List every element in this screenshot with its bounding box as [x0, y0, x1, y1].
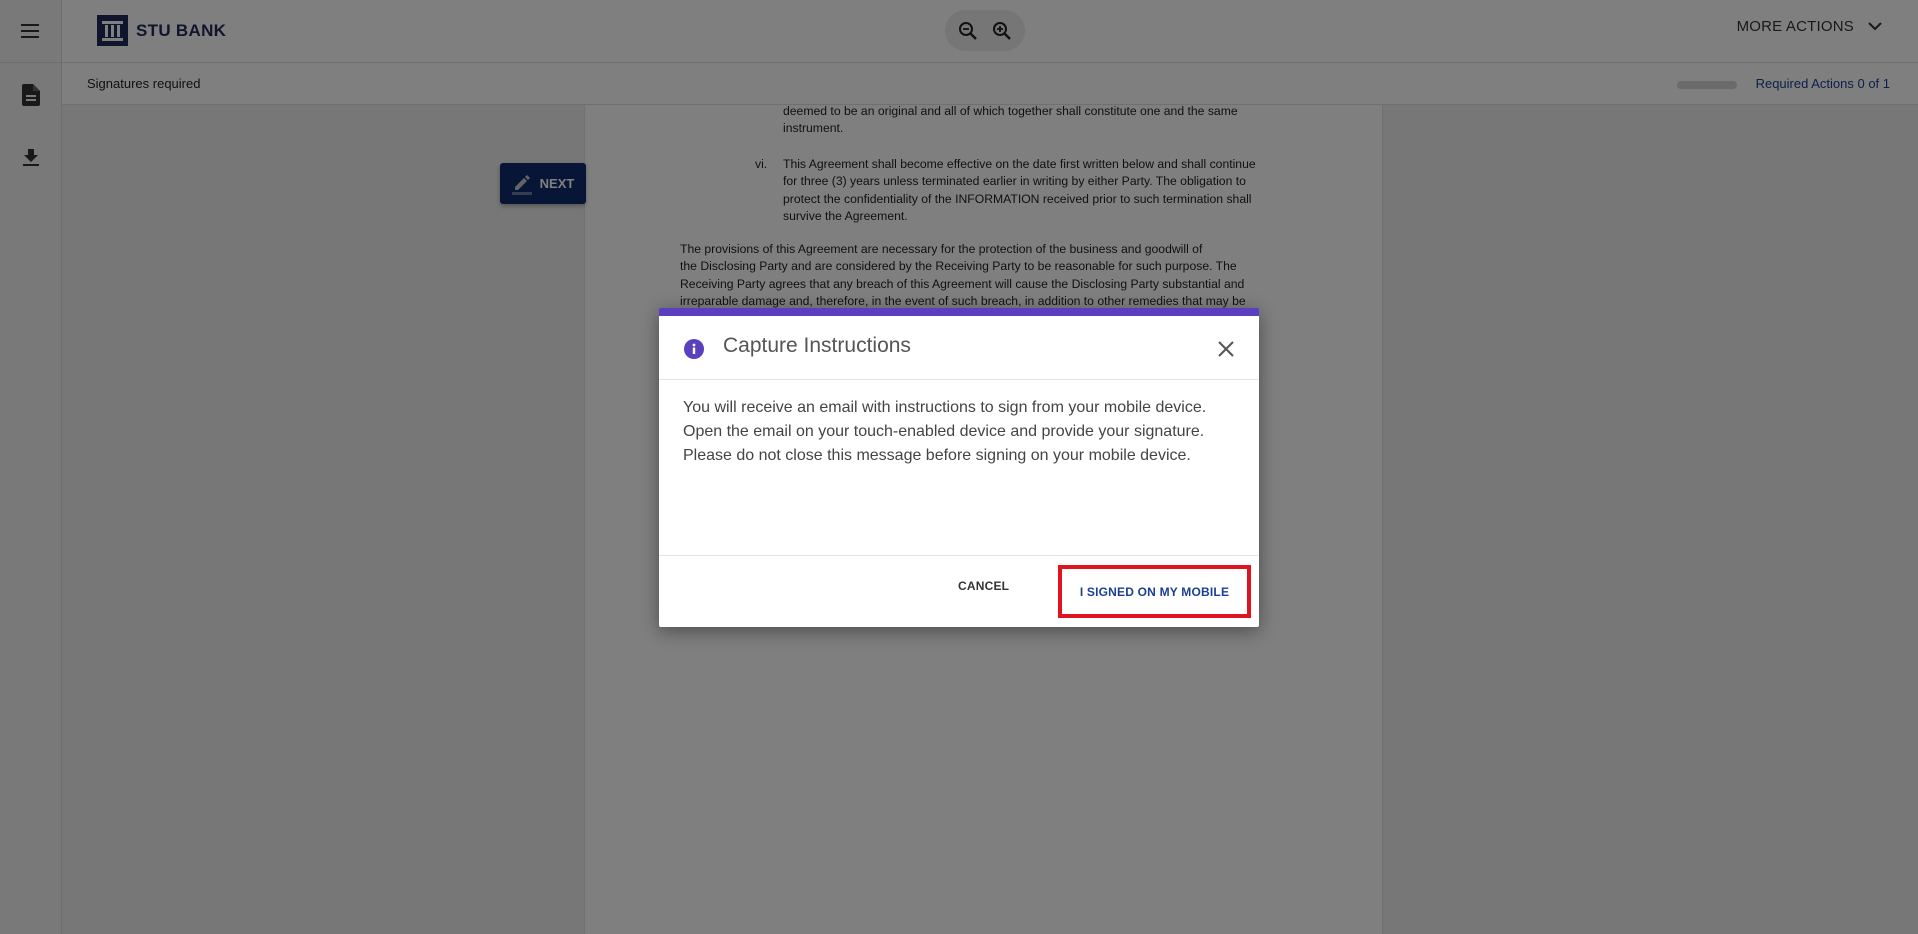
dialog-footer: CANCEL I SIGNED ON MY MOBILE: [659, 556, 1259, 626]
close-dialog-button[interactable]: [1215, 338, 1237, 360]
dialog-title: Capture Instructions: [723, 334, 911, 357]
signed-on-mobile-label: I SIGNED ON MY MOBILE: [1079, 584, 1230, 599]
instruction-line: Please do not close this message before …: [683, 447, 1191, 464]
instruction-line: Open the email on your touch-enabled dev…: [683, 423, 1205, 440]
info-icon: [684, 339, 704, 359]
dialog-header: Capture Instructions: [659, 316, 1259, 380]
instruction-line: You will receive an email with instructi…: [683, 399, 1207, 416]
capture-instructions-dialog: Capture Instructions You will receive an…: [659, 308, 1259, 627]
signed-on-mobile-button[interactable]: I SIGNED ON MY MOBILE: [1058, 565, 1251, 618]
dialog-body: You will receive an email with instructi…: [659, 380, 1259, 556]
close-icon: [1218, 341, 1234, 357]
cancel-button[interactable]: CANCEL: [958, 579, 1009, 593]
